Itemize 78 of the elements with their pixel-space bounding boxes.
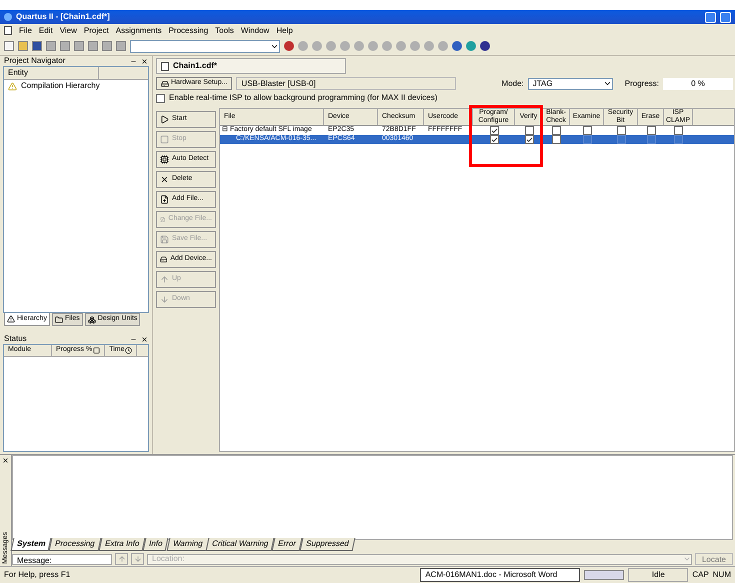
previous-button[interactable]: [115, 553, 128, 565]
locate-button[interactable]: Locate: [695, 553, 733, 565]
menu-item[interactable]: Project: [84, 24, 109, 36]
device-icon: [160, 255, 168, 264]
document-icon: [161, 62, 169, 70]
window-title: Quartus II - [Chain1.cdf*]: [16, 11, 110, 23]
checkbox[interactable]: [646, 126, 656, 135]
status-indicator-icon: [584, 570, 624, 580]
down-arrow-icon: [160, 295, 169, 304]
checkbox[interactable]: [552, 126, 561, 135]
menu-item[interactable]: Edit: [38, 24, 53, 36]
document-tab[interactable]: Chain1.cdf*: [173, 60, 218, 72]
taskbar-item[interactable]: ACM-016MAN1.doc - Microsoft Word: [420, 568, 580, 582]
menu-item[interactable]: Help: [276, 24, 293, 36]
menu-item[interactable]: File: [19, 24, 32, 36]
message-tab[interactable]: Suppressed: [300, 538, 356, 551]
add-file-icon: [160, 195, 169, 204]
panel-title: Project Navigator: [4, 55, 66, 67]
restore-button[interactable]: [720, 12, 731, 22]
close-icon[interactable]: [141, 58, 148, 64]
message-label: Message:: [12, 554, 112, 564]
progress-field: 0 %: [663, 78, 733, 90]
checkbox[interactable]: [490, 135, 498, 144]
checkbox[interactable]: [524, 135, 534, 144]
checkbox[interactable]: [156, 94, 165, 102]
edit-file-icon: [160, 215, 166, 224]
play-icon: [160, 115, 169, 124]
up-arrow-icon: [160, 275, 169, 284]
status-text: For Help, press F1: [4, 569, 72, 581]
checkbox[interactable]: [524, 126, 534, 135]
status-state: Idle: [628, 568, 688, 582]
tab-icon: [54, 316, 63, 324]
message-tab[interactable]: Extra Info: [98, 538, 146, 551]
menu-item[interactable]: Window: [240, 24, 270, 36]
down-arrow-icon: [134, 555, 142, 563]
close-icon[interactable]: [141, 336, 148, 342]
progress-label: Progress:: [624, 78, 659, 90]
checkbox[interactable]: [582, 126, 592, 135]
next-button[interactable]: [131, 553, 144, 565]
menu-item[interactable]: Assignments: [116, 24, 162, 36]
message-tab[interactable]: Info: [142, 538, 170, 551]
message-tab[interactable]: System: [10, 538, 52, 551]
up-arrow-icon: [118, 555, 126, 563]
checkbox[interactable]: [674, 126, 683, 135]
num-indicator: NUM: [712, 569, 731, 581]
checkbox[interactable]: [552, 135, 561, 144]
delete-icon: [160, 175, 169, 184]
close-icon[interactable]: [2, 457, 9, 464]
mode-label: Mode:: [502, 78, 524, 90]
message-tab[interactable]: Error: [272, 538, 302, 551]
document-icon: [4, 26, 12, 35]
clock-icon: [125, 346, 132, 354]
save-icon: [160, 235, 169, 244]
toolbar-dropdown[interactable]: [130, 40, 280, 52]
mode-dropdown[interactable]: JTAG: [528, 78, 613, 90]
menu-item[interactable]: Tools: [215, 24, 234, 36]
panel-title: Status: [4, 333, 27, 345]
tree-item[interactable]: Compilation Hierarchy: [21, 80, 100, 92]
column-header: Entity: [4, 67, 99, 79]
stop-icon: [160, 135, 169, 144]
warning-icon: [8, 82, 17, 90]
tab-icon: [7, 315, 15, 323]
menu-item[interactable]: Processing: [168, 24, 208, 36]
message-tab[interactable]: Warning: [166, 538, 209, 551]
tab-icon: [88, 316, 96, 324]
menu-item[interactable]: View: [60, 24, 77, 36]
minimize-button[interactable]: [705, 12, 716, 22]
check-icon: [526, 136, 532, 144]
message-tab[interactable]: Processing: [49, 538, 102, 551]
message-tab[interactable]: Critical Warning: [206, 538, 275, 551]
hardware-field: USB-Blaster [USB-0]: [236, 77, 456, 90]
checkbox[interactable]: [616, 126, 626, 135]
checkbox[interactable]: [490, 126, 498, 135]
chip-icon: [160, 155, 169, 164]
caps-indicator: CAP: [692, 569, 709, 581]
hardware-icon: [161, 80, 169, 88]
app-logo-icon: [4, 13, 12, 21]
checkbox-label: Enable real-time ISP to allow background programming (for MAX II devices): [169, 92, 438, 104]
